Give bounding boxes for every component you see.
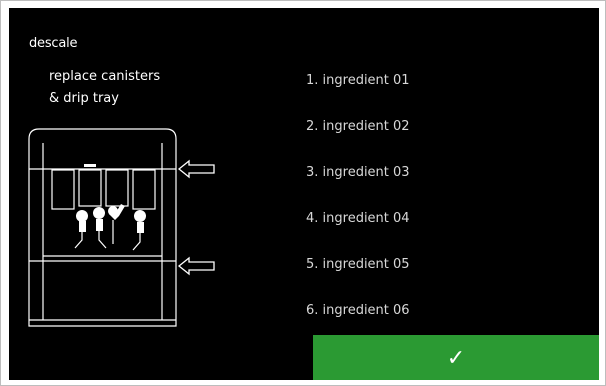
machine-illustration	[28, 128, 215, 327]
canister-3	[105, 169, 129, 207]
arrow-left-icon	[177, 256, 215, 276]
ingredient-item-6: 6. ingredient 06	[306, 303, 410, 318]
ingredient-item-2: 2. ingredient 02	[306, 119, 410, 134]
canister-4	[132, 169, 156, 210]
nozzle-group	[76, 204, 146, 233]
canister-2	[78, 169, 102, 207]
ingredient-item-1: 1. ingredient 01	[306, 73, 410, 88]
confirm-button[interactable]: ✓	[313, 335, 599, 380]
arrow-left-icon	[177, 159, 215, 179]
ingredient-item-4: 4. ingredient 04	[306, 211, 410, 226]
ingredient-item-5: 5. ingredient 05	[306, 257, 410, 272]
checkmark-icon: ✓	[446, 344, 466, 370]
screen-frame: descale replace canisters & drip tray 1.…	[0, 0, 606, 386]
descale-panel: descale replace canisters & drip tray 1.…	[9, 8, 599, 380]
ingredient-item-3: 3. ingredient 03	[306, 165, 410, 180]
canister-1	[51, 169, 75, 210]
